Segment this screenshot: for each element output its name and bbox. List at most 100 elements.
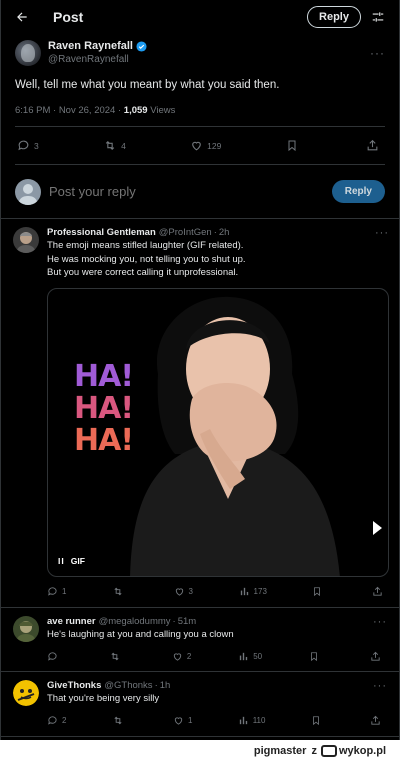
back-arrow-icon[interactable] [11,6,33,28]
avatar[interactable] [13,615,39,642]
reply-icon [48,587,57,596]
like-action[interactable]: 129 [190,139,221,152]
reply-icon [48,716,57,725]
reply-action-bar: 1 3 173 [47,577,389,607]
repost-action[interactable] [109,651,125,662]
reply-action-bar: 2 50 [47,641,387,671]
watermark-user: pigmaster [253,744,307,757]
gif-label: GIF [70,555,85,566]
like-count: 129 [207,140,222,151]
views-label: Views [147,105,176,116]
reply-author-handle: @megalodummy [98,615,171,627]
reply-action[interactable]: 3 [17,139,39,152]
top-bar: Post Reply [1,0,399,34]
like-action[interactable]: 2 [172,651,191,662]
share-icon [373,586,382,596]
tune-icon[interactable] [367,6,389,28]
more-icon[interactable]: ··· [375,227,389,239]
reply-action-bar: 2 1 110 [47,706,387,736]
reply-text-line: The emoji means stifled laughter (GIF re… [47,240,244,251]
views-icon [240,587,248,596]
repost-action[interactable]: 4 [103,139,126,152]
like-action[interactable]: 1 [173,715,192,726]
more-icon[interactable]: ··· [370,46,385,60]
reply-composer: Reply [1,165,399,219]
avatar[interactable] [13,680,39,706]
reply-item[interactable]: Professional Gentleman @ProIntGen · 2h ·… [1,219,399,608]
reply-body: GiveThonks @GThonks · 1h ··· That you're… [47,680,387,736]
post-author-row: Raven Raynefall @RavenRaynefall ··· [15,40,385,66]
reply-action[interactable] [47,651,62,662]
reply-icon [48,651,57,661]
views-action[interactable]: 110 [238,715,265,726]
share-action[interactable] [366,139,383,152]
views-count: 1,059 [123,105,148,116]
reply-item[interactable]: GiveThonks @GThonks · 1h ··· That you're… [1,672,399,737]
bookmark-icon [311,651,317,661]
bookmark-icon [312,716,319,726]
gif-badge[interactable]: II GIF [58,556,85,566]
reply-body: Professional Gentleman @ProIntGen · 2h ·… [47,227,389,607]
reply-action[interactable]: 1 [47,586,66,597]
share-action[interactable] [372,586,387,597]
share-action[interactable] [370,715,385,726]
avatar[interactable] [13,227,39,253]
reply-text: He's laughing at you and calling you a c… [47,628,234,640]
reply-time: 2h [218,227,230,238]
bookmark-action[interactable] [311,715,325,726]
verified-badge-icon [136,41,147,52]
reply-button[interactable]: Reply [307,6,361,28]
like-action[interactable]: 3 [174,586,193,597]
share-icon [371,715,380,725]
repost-icon [111,652,119,660]
reply-author-name[interactable]: GiveThonks [47,680,101,692]
pause-icon[interactable]: II [58,556,65,566]
views-action[interactable]: 50 [238,651,262,662]
reply-text: That you're being very silly [47,693,160,704]
reply-header: GiveThonks @GThonks · 1h ··· [47,680,387,692]
repost-icon [105,140,115,151]
reply-input[interactable] [49,184,332,199]
share-action[interactable] [370,651,385,662]
more-icon[interactable]: ··· [373,680,387,692]
reply-text-line: He was mocking you, not telling you to s… [47,253,246,265]
reply-icon [18,140,29,151]
bookmark-action[interactable] [286,139,302,152]
repost-action[interactable] [112,715,128,726]
repost-icon [114,587,122,596]
gif-caption-line: HA! [74,390,134,426]
watermark-site: wykop.pl [338,744,386,757]
reply-header: Professional Gentleman @ProIntGen · 2h ·… [47,227,389,239]
like-count: 2 [186,651,192,661]
reply-action[interactable]: 2 [47,715,66,726]
avatar[interactable] [15,40,41,66]
like-icon [192,141,201,151]
reply-time: 1h [159,680,171,691]
watermark-footer: pigmaster z wykop.pl [0,740,400,761]
reply-item[interactable]: ave runner @megalodummy · 51m ··· He's l… [1,608,399,672]
gif-media[interactable]: HA! HA! HA! II GIF [47,287,389,577]
gif-caption-line: HA! [74,422,134,458]
gif-caption-line: HA! [74,358,134,394]
repost-count: 4 [121,140,126,151]
post-meta: 6:16 PM · Nov 26, 2024 · 1,059 Views [15,105,385,127]
reply-count: 3 [34,140,39,151]
watermark-connector: z [311,744,317,757]
reply-author-name[interactable]: Professional Gentleman [47,227,156,239]
gif-frame: HA! HA! HA! [70,288,350,576]
bookmark-action[interactable] [312,586,326,597]
like-count: 1 [187,716,193,725]
compose-reply-button[interactable]: Reply [331,180,385,203]
views-action[interactable]: 173 [239,586,267,597]
reply-author-name[interactable]: ave runner [47,616,96,628]
more-icon[interactable]: ··· [373,616,387,628]
repost-action[interactable] [112,586,128,597]
share-icon [367,139,378,151]
like-icon [175,588,183,596]
bookmark-action[interactable] [309,651,323,662]
avatar [15,178,41,205]
wykop-logo: wykop.pl [320,744,386,757]
author-name-text: Raven Raynefall [48,40,133,52]
reply-count: 1 [62,587,67,596]
author-name[interactable]: Raven Raynefall [48,40,370,53]
